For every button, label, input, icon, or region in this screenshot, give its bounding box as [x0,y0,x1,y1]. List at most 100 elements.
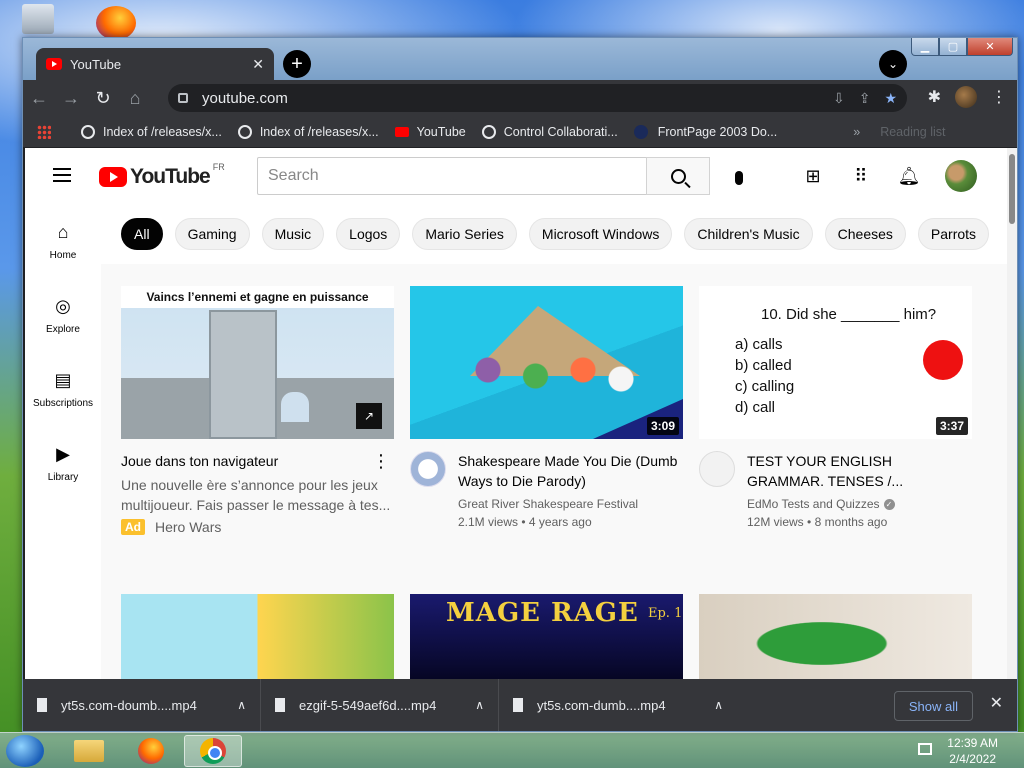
bookmark-item[interactable]: Control Collaborati... [481,124,618,139]
recycle-bin-icon[interactable] [22,4,54,34]
view-count: 12M views [747,515,804,529]
video-thumbnail[interactable] [121,594,394,679]
extensions-icon[interactable]: ✱ [928,87,941,107]
page-scrollbar[interactable] [1007,148,1017,679]
install-app-icon[interactable]: ⇩ [833,90,845,107]
channel-avatar[interactable] [699,451,735,487]
forward-button[interactable]: → [55,88,87,109]
video-thumbnail[interactable] [699,594,972,679]
bookmark-star-icon[interactable]: ★ [884,90,897,107]
start-button[interactable] [6,735,44,767]
chip-childrens-music[interactable]: Children's Music [684,218,813,250]
hamburger-menu-icon[interactable] [53,168,71,182]
download-item[interactable]: yt5s.com-dumb....mp4 ∧ [499,679,737,731]
bookmark-item[interactable]: FrontPage 2003 Do... [633,124,777,139]
download-item[interactable]: ezgif-5-549aef6d....mp4 ∧ [261,679,499,731]
taskbar-explorer[interactable] [60,735,118,767]
windows-taskbar: 12:39 AM 2/4/2022 [0,732,1024,768]
video-thumbnail[interactable]: 10. Did she _______ him? a) calls b) cal… [699,286,972,439]
notifications-bell-icon[interactable]: 🔔︎ [897,164,921,188]
chip-music[interactable]: Music [261,218,325,250]
title-bar: ▁ ▢ ✕ YouTube ✕ + ⌄ [23,38,1017,80]
chip-microsoft-windows[interactable]: Microsoft Windows [528,218,673,250]
channel-row: EdMo Tests and Quizzes ✓ [747,495,972,513]
bookmark-item[interactable]: Index of /releases/x... [237,124,379,139]
video-card[interactable]: 10. Did she _______ him? a) calls b) cal… [699,286,972,531]
advertiser-name[interactable]: Hero Wars [155,519,221,535]
guide-item-explore[interactable]: ◎ Explore [25,278,101,352]
video-thumbnail[interactable]: MAGE RAGE Ep. 1 [410,594,683,679]
show-all-button[interactable]: Show all [893,691,973,721]
video-card[interactable]: 3:09 Shakespeare Made You Die (Dumb Ways… [410,286,683,531]
video-thumbnail[interactable]: 3:09 [410,286,683,439]
menu-kebab-icon[interactable]: ⋮ [991,87,1007,107]
taskbar-firefox[interactable] [122,735,180,767]
guide-item-subscriptions[interactable]: ▤ Subscriptions [25,352,101,426]
account-avatar[interactable] [945,160,977,192]
search-input[interactable]: Search [257,157,647,195]
tab-search-button[interactable]: ⌄ [879,50,907,78]
chip-cheeses[interactable]: Cheeses [824,218,906,250]
close-window-button[interactable]: ✕ [967,38,1013,56]
video-title[interactable]: TEST YOUR ENGLISH GRAMMAR. TENSES /... [747,451,972,491]
guide-item-library[interactable]: ▶ Library [25,426,101,500]
minimize-button[interactable]: ▁ [911,38,939,56]
video-card[interactable]: MAGE RAGE Ep. 1 [410,594,683,679]
channel-avatar[interactable] [410,451,446,487]
compass-icon: ◎ [55,296,71,316]
search-button[interactable] [646,157,710,195]
chevron-up-icon[interactable]: ∧ [475,698,484,712]
firefox-desktop-icon[interactable] [96,6,136,40]
tab-close-icon[interactable]: ✕ [252,56,264,73]
ad-thumbnail[interactable]: Vaincs l’ennemi et gagne en puissance ↗ [121,286,394,439]
channel-name[interactable]: Great River Shakespeare Festival [458,495,683,513]
new-tab-button[interactable]: + [283,50,311,78]
video-card-ad[interactable]: Vaincs l’ennemi et gagne en puissance ↗ … [121,286,394,535]
more-actions-icon[interactable]: ⋮ [372,451,390,472]
bookmark-item[interactable]: YouTube [394,125,466,139]
home-button[interactable]: ⌂ [119,88,151,109]
chip-mario-series[interactable]: Mario Series [412,218,517,250]
youtube-page: YouTube FR Search ⊞ ⠿ 🔔︎ ⌂ Home ◎ Explore … [25,148,1007,679]
cartoon-characters-graphic [450,346,640,406]
mini-guide: ⌂ Home ◎ Explore ▤ Subscriptions ▶ Library [25,204,101,500]
back-button[interactable]: ← [23,88,55,109]
video-title[interactable]: Joue dans ton navigateur [121,451,394,471]
chip-all[interactable]: All [121,218,163,250]
scrollbar-thumb[interactable] [1009,154,1015,224]
close-shelf-icon[interactable]: ✕ [990,693,1003,713]
video-card[interactable] [699,594,972,679]
apps-grid-icon[interactable] [37,124,51,139]
chip-gaming[interactable]: Gaming [174,218,250,250]
create-video-icon[interactable]: ⊞ [801,164,825,188]
download-item[interactable]: yt5s.com-doumb....mp4 ∧ [23,679,261,731]
taskbar-chrome[interactable] [184,735,242,767]
address-bar[interactable]: youtube.com ⇩ ⇪ ★ [168,84,907,112]
chip-logos[interactable]: Logos [336,218,401,250]
guide-item-home[interactable]: ⌂ Home [25,204,101,278]
youtube-play-icon [99,167,127,187]
youtube-logo[interactable]: YouTube FR [99,162,225,189]
video-title[interactable]: Shakespeare Made You Die (Dumb Ways to D… [458,451,683,491]
network-icon[interactable] [918,743,932,755]
chevron-up-icon[interactable]: ∧ [237,698,246,712]
bookmarks-overflow-button[interactable]: » [853,125,860,139]
lock-icon[interactable] [178,93,188,103]
reading-list-button[interactable]: Reading list [880,125,945,139]
chip-parrots[interactable]: Parrots [917,218,990,250]
system-clock[interactable]: 12:39 AM 2/4/2022 [947,735,998,767]
chevron-up-icon[interactable]: ∧ [714,698,723,712]
maximize-button[interactable]: ▢ [939,38,967,56]
external-link-icon[interactable]: ↗ [356,403,382,429]
apps-icon[interactable]: ⠿ [849,164,873,188]
share-icon[interactable]: ⇪ [859,90,871,107]
voice-search-button[interactable] [725,164,753,192]
reload-button[interactable]: ↻ [87,88,119,109]
video-description: Une nouvelle ère s’annonce pour les jeux… [121,477,391,513]
video-card[interactable] [121,594,394,679]
bookmark-item[interactable]: Index of /releases/x... [81,124,222,139]
channel-name[interactable]: EdMo Tests and Quizzes [747,497,880,511]
profile-avatar[interactable] [955,86,977,108]
tab-youtube[interactable]: YouTube ✕ [36,48,274,80]
thumbnail-episode: Ep. 1 [648,606,683,621]
